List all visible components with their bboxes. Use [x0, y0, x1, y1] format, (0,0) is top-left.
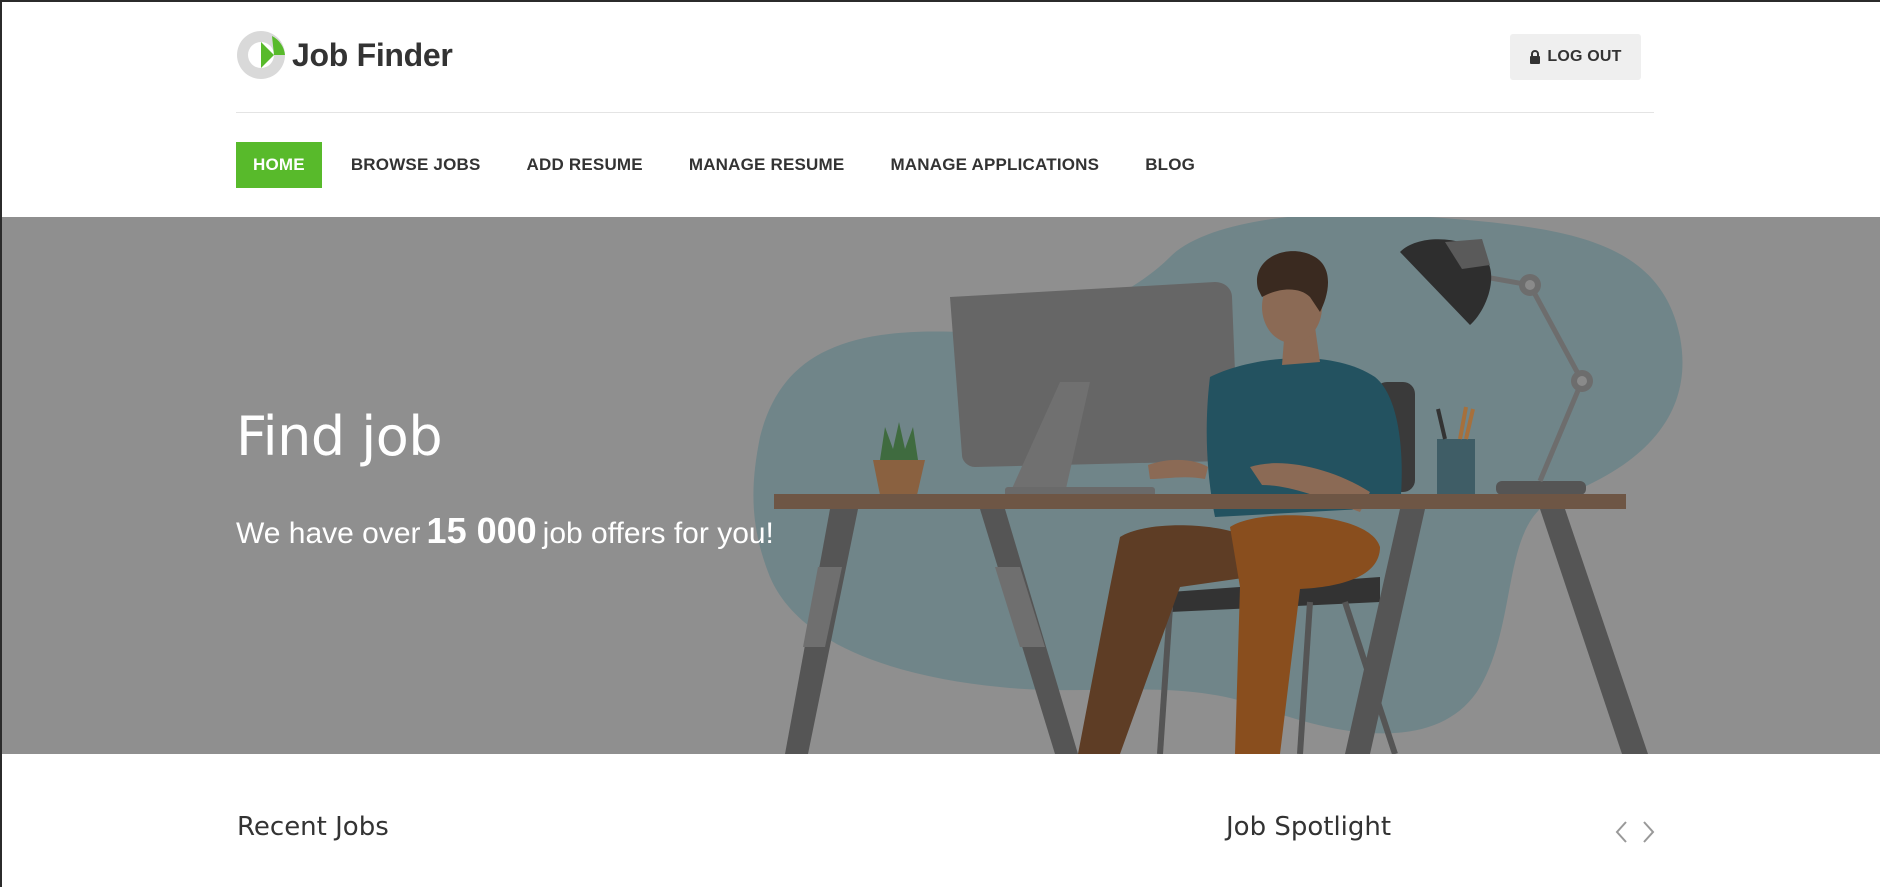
hero-title: Find job	[236, 405, 443, 468]
hero-subtitle: We have over 15 000 job offers for you!	[236, 510, 774, 552]
nav-item-browse-jobs[interactable]: BROWSE JOBS	[334, 142, 498, 188]
hero-illustration	[753, 217, 1683, 754]
header-divider	[236, 112, 1654, 113]
brand-name: Job Finder	[292, 36, 453, 73]
job-count: 15 000	[426, 510, 537, 551]
site-header: Job Finder LOG OUT HOME BROWSE JOBS ADD …	[0, 0, 1880, 217]
chevron-left-icon[interactable]	[1612, 818, 1630, 846]
nav-item-home[interactable]: HOME	[236, 142, 322, 188]
main-nav: HOME BROWSE JOBS ADD RESUME MANAGE RESUM…	[236, 142, 1224, 188]
job-spotlight-heading: Job Spotlight	[1226, 812, 1392, 842]
logout-button[interactable]: LOG OUT	[1510, 34, 1641, 80]
nav-item-manage-applications[interactable]: MANAGE APPLICATIONS	[873, 142, 1116, 188]
nav-item-add-resume[interactable]: ADD RESUME	[510, 142, 660, 188]
logo-mark-icon	[237, 31, 285, 79]
chevron-right-icon[interactable]	[1640, 818, 1658, 846]
lock-icon	[1529, 50, 1541, 64]
logout-label: LOG OUT	[1547, 48, 1622, 65]
hero-banner: Find job We have over 15 000 job offers fo…	[0, 217, 1880, 754]
hero-sub-before: We have over	[236, 517, 421, 550]
nav-item-manage-resume[interactable]: MANAGE RESUME	[672, 142, 862, 188]
spotlight-carousel-controls	[1612, 818, 1658, 846]
nav-item-blog[interactable]: BLOG	[1128, 142, 1212, 188]
hero-sub-after: job offers for you!	[542, 517, 774, 550]
recent-jobs-heading: Recent Jobs	[237, 812, 389, 842]
brand-logo[interactable]: Job Finder	[236, 30, 453, 80]
